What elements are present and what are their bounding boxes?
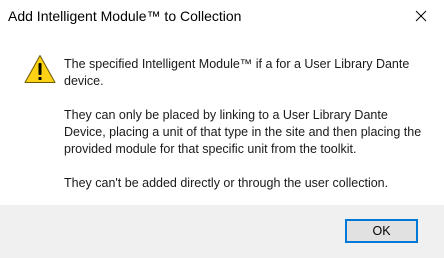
warning-icon [24, 55, 56, 83]
dialog-body: The specified Intelligent Module™ if a f… [0, 32, 444, 205]
close-icon [415, 10, 427, 22]
message-text: The specified Intelligent Module™ if a f… [64, 56, 426, 209]
message-dialog: Add Intelligent Module™ to Collection Th… [0, 0, 444, 258]
button-bar: OK [0, 205, 444, 258]
message-paragraph-1: The specified Intelligent Module™ if a f… [64, 57, 410, 88]
ok-button[interactable]: OK [345, 219, 418, 243]
message-paragraph-2: They can only be placed by linking to a … [64, 108, 422, 156]
title-bar: Add Intelligent Module™ to Collection [0, 0, 444, 32]
close-button[interactable] [398, 0, 444, 32]
message-paragraph-3: They can't be added directly or through … [64, 176, 389, 190]
dialog-title: Add Intelligent Module™ to Collection [8, 8, 242, 24]
